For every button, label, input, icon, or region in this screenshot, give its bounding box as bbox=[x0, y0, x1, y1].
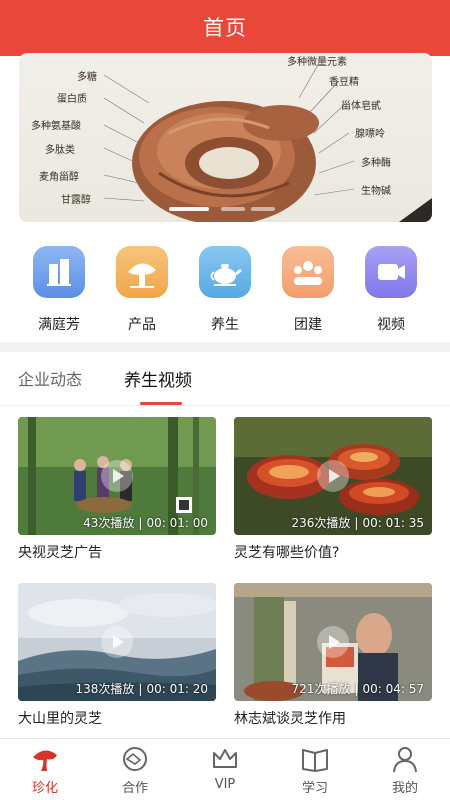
active-tab-indicator bbox=[140, 402, 182, 405]
video-duration: 00: 01: 20 bbox=[146, 682, 208, 696]
carousel-dot[interactable] bbox=[221, 207, 245, 211]
video-title: 林志斌谈灵芝作用 bbox=[234, 711, 346, 727]
handshake-icon bbox=[120, 745, 150, 773]
quick-nav-label: 养生 bbox=[211, 317, 239, 333]
video-meta: 138次播放 | 00: 01: 20 bbox=[75, 682, 208, 696]
teapot-icon bbox=[199, 246, 251, 298]
bottom-nav-item-cooperate[interactable]: 合作 bbox=[90, 739, 180, 800]
video-thumbnail: 138次播放 | 00: 01: 20 bbox=[18, 583, 216, 701]
quick-nav-label: 产品 bbox=[128, 317, 156, 333]
quick-nav-item-team[interactable]: 团建 bbox=[273, 246, 343, 338]
top-bar: 首页 bbox=[0, 0, 450, 56]
play-icon[interactable] bbox=[101, 626, 133, 658]
video-camera-icon bbox=[365, 246, 417, 298]
video-duration: 00: 01: 35 bbox=[362, 516, 424, 530]
bottom-nav-item-vip[interactable]: VIP bbox=[180, 739, 270, 800]
video-thumbnail: 721次播放 | 00: 04: 57 bbox=[234, 583, 432, 701]
page-title: 首页 bbox=[203, 16, 247, 40]
quick-nav-item-manting[interactable]: 满庭芳 bbox=[24, 246, 94, 338]
quick-nav-label: 团建 bbox=[294, 317, 322, 333]
bottom-nav-label: VIP bbox=[214, 777, 236, 792]
banner-label-left: 多种氨基酸 bbox=[31, 121, 81, 132]
play-icon[interactable] bbox=[317, 626, 349, 658]
banner-label-right: 腺嘌呤 bbox=[355, 129, 385, 140]
section-divider bbox=[0, 342, 450, 352]
tab-company-news[interactable]: 企业动态 bbox=[18, 366, 82, 390]
banner-label-right: 生物碱 bbox=[361, 186, 391, 197]
play-icon[interactable] bbox=[101, 460, 133, 492]
banner-label-left: 麦角甾醇 bbox=[39, 172, 79, 183]
video-card[interactable]: 138次播放 | 00: 01: 20 大山里的灵芝 bbox=[18, 583, 216, 733]
video-meta: 236次播放 | 00: 01: 35 bbox=[291, 516, 424, 530]
video-duration: 00: 04: 57 bbox=[362, 682, 424, 696]
banner-label-right: 甾体皂甙 bbox=[341, 101, 381, 112]
quick-nav-label: 满庭芳 bbox=[38, 317, 80, 333]
carousel-dot-active[interactable] bbox=[169, 207, 209, 211]
bottom-nav-item-learn[interactable]: 学习 bbox=[270, 739, 360, 800]
video-card[interactable]: 43次播放 | 00: 01: 00 央视灵芝广告 bbox=[18, 417, 216, 567]
banner-label-left: 甘露醇 bbox=[61, 195, 91, 206]
book-icon bbox=[300, 745, 330, 773]
video-title: 大山里的灵芝 bbox=[18, 711, 102, 727]
bottom-nav-item-home[interactable]: 珍化 bbox=[0, 739, 90, 800]
quick-nav-item-health[interactable]: 养生 bbox=[190, 246, 260, 338]
tab-health-videos[interactable]: 养生视频 bbox=[124, 366, 192, 391]
banner-label-right: 多种微量元素 bbox=[287, 57, 347, 68]
play-count: 721次播放 bbox=[291, 682, 351, 696]
play-icon[interactable] bbox=[317, 460, 349, 492]
video-meta: 43次播放 | 00: 01: 00 bbox=[83, 516, 208, 530]
play-count: 236次播放 bbox=[291, 516, 351, 530]
play-count: 43次播放 bbox=[83, 516, 135, 530]
crown-icon bbox=[210, 745, 240, 773]
bottom-nav: 珍化 合作 VIP 学习 我的 bbox=[0, 738, 450, 800]
user-icon bbox=[390, 745, 420, 773]
bottom-nav-label: 我的 bbox=[391, 781, 418, 796]
bottom-nav-label: 学习 bbox=[301, 781, 328, 796]
banner-carousel[interactable]: 多糖 蛋白质 多种氨基酸 多肽类 麦角甾醇 甘露醇 多种微量元素 香豆精 甾体皂… bbox=[19, 53, 432, 222]
quick-nav: 满庭芳 产品 养生 团建 视频 bbox=[0, 240, 450, 340]
bottom-nav-label: 珍化 bbox=[31, 781, 58, 796]
banner-label-left: 蛋白质 bbox=[57, 94, 87, 105]
group-icon bbox=[282, 246, 334, 298]
video-thumbnail: 43次播放 | 00: 01: 00 bbox=[18, 417, 216, 535]
video-title: 央视灵芝广告 bbox=[18, 545, 102, 561]
banner-label-left: 多肽类 bbox=[45, 145, 75, 156]
quick-nav-item-products[interactable]: 产品 bbox=[107, 246, 177, 338]
video-meta: 721次播放 | 00: 04: 57 bbox=[291, 682, 424, 696]
play-count: 138次播放 bbox=[75, 682, 135, 696]
banner-label-right: 多种酶 bbox=[361, 158, 391, 169]
banner-label-right: 香豆精 bbox=[329, 77, 359, 88]
mushroom-icon bbox=[116, 246, 168, 298]
video-title: 灵芝有哪些价值? bbox=[234, 545, 340, 561]
lingzhi-icon bbox=[30, 745, 60, 773]
video-card[interactable]: 721次播放 | 00: 04: 57 林志斌谈灵芝作用 bbox=[234, 583, 432, 733]
video-thumbnail: 236次播放 | 00: 01: 35 bbox=[234, 417, 432, 535]
bottom-nav-item-mine[interactable]: 我的 bbox=[360, 739, 450, 800]
video-duration: 00: 01: 00 bbox=[146, 516, 208, 530]
quick-nav-item-video[interactable]: 视频 bbox=[356, 246, 426, 338]
quick-nav-label: 视频 bbox=[377, 317, 405, 333]
building-icon bbox=[33, 246, 85, 298]
carousel-dot[interactable] bbox=[251, 207, 275, 211]
video-card[interactable]: 236次播放 | 00: 01: 35 灵芝有哪些价值? bbox=[234, 417, 432, 567]
banner-label-left: 多糖 bbox=[77, 72, 97, 83]
bottom-nav-label: 合作 bbox=[121, 781, 148, 796]
content-tabs: 企业动态 养生视频 bbox=[0, 352, 450, 406]
